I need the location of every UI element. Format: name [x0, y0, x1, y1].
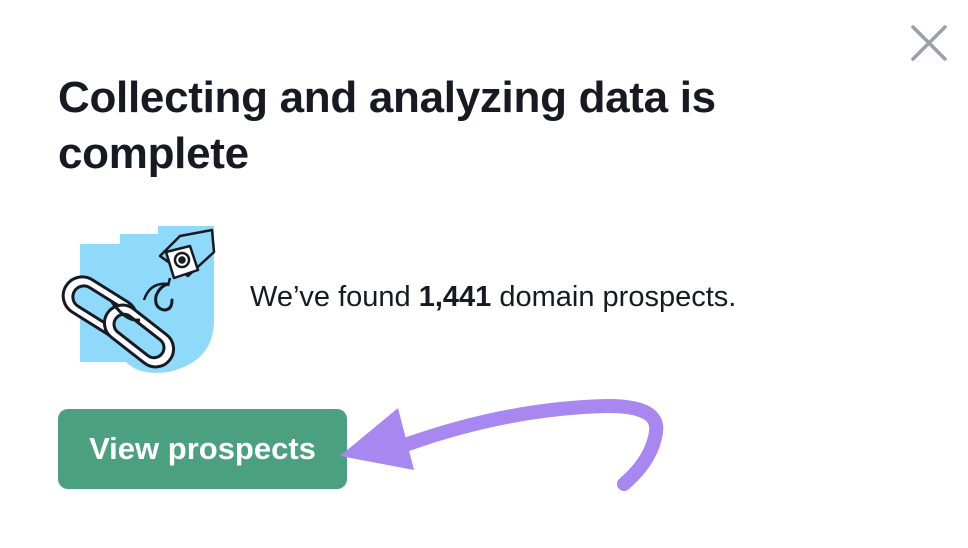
summary-prefix: We’ve found [250, 281, 419, 313]
modal-dialog: Collecting and analyzing data is complet… [0, 0, 968, 548]
pointer-arrow-annotation [340, 398, 664, 491]
close-icon [911, 25, 947, 61]
chain-link-hook-illustration [56, 222, 240, 374]
summary-suffix: domain prospects. [491, 281, 737, 313]
close-button[interactable] [904, 18, 954, 68]
dialog-title: Collecting and analyzing data is complet… [58, 73, 716, 178]
prospects-summary: We’ve found 1,441 domain prospects. [250, 278, 736, 316]
view-prospects-button[interactable]: View prospects [58, 409, 347, 489]
prospects-count: 1,441 [418, 281, 492, 313]
